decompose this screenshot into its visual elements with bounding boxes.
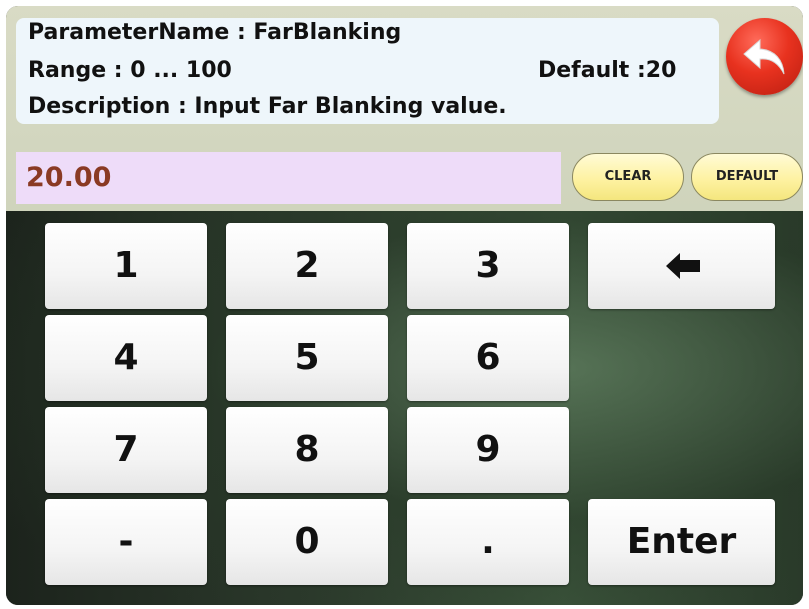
key-5[interactable]: 5 bbox=[226, 315, 388, 401]
key-9[interactable]: 9 bbox=[407, 407, 569, 493]
backspace-button[interactable] bbox=[588, 223, 775, 309]
key-6[interactable]: 6 bbox=[407, 315, 569, 401]
key-7[interactable]: 7 bbox=[45, 407, 207, 493]
default-button[interactable]: DEFAULT bbox=[691, 153, 803, 201]
key-minus[interactable]: - bbox=[45, 499, 207, 585]
back-button[interactable] bbox=[726, 18, 803, 95]
key-0[interactable]: 0 bbox=[226, 499, 388, 585]
parameter-info-panel: ParameterName : FarBlanking Range : 0 ..… bbox=[16, 18, 719, 124]
parameter-name-text: ParameterName : FarBlanking bbox=[28, 20, 402, 45]
key-4[interactable]: 4 bbox=[45, 315, 207, 401]
key-1[interactable]: 1 bbox=[45, 223, 207, 309]
numeric-keypad: 1 2 3 4 5 6 7 8 9 - 0 . Enter bbox=[6, 211, 803, 605]
keypad-dialog: ParameterName : FarBlanking Range : 0 ..… bbox=[6, 6, 803, 605]
key-3[interactable]: 3 bbox=[407, 223, 569, 309]
back-arrow-icon bbox=[743, 38, 785, 75]
range-text: Range : 0 ... 100 bbox=[28, 58, 232, 83]
key-decimal[interactable]: . bbox=[407, 499, 569, 585]
clear-button[interactable]: CLEAR bbox=[572, 153, 684, 201]
value-input[interactable]: 20.00 bbox=[16, 152, 561, 204]
description-text: Description : Input Far Blanking value. bbox=[28, 94, 507, 119]
key-8[interactable]: 8 bbox=[226, 407, 388, 493]
default-text: Default :20 bbox=[538, 58, 677, 83]
header-area: ParameterName : FarBlanking Range : 0 ..… bbox=[6, 6, 803, 211]
backspace-arrow-icon bbox=[666, 253, 700, 279]
enter-button[interactable]: Enter bbox=[588, 499, 775, 585]
key-2[interactable]: 2 bbox=[226, 223, 388, 309]
